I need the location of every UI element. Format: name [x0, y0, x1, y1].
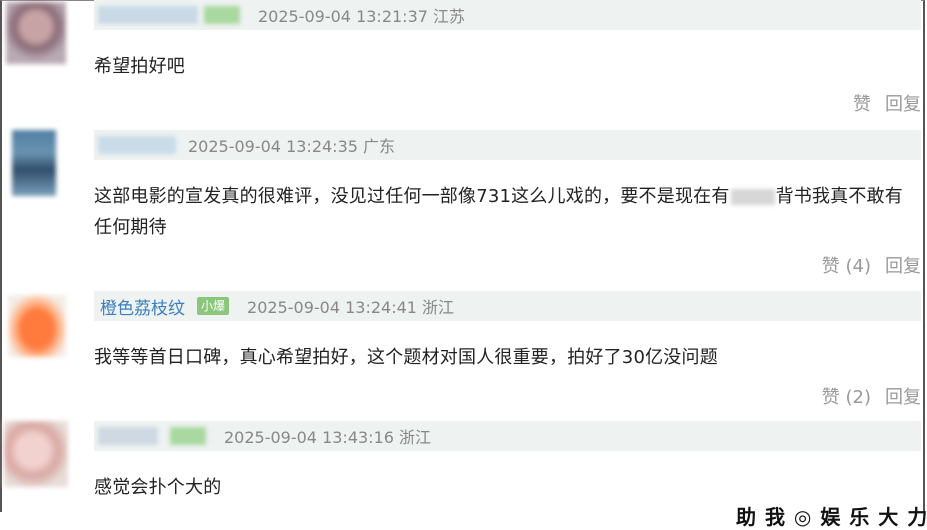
- avatar[interactable]: [8, 295, 66, 357]
- comment-header: 2025-09-04 13:21:37 江苏: [94, 0, 921, 30]
- badge-redacted: [170, 427, 206, 445]
- avatar[interactable]: [4, 421, 68, 487]
- comment-timestamp: 2025-09-04 13:24:35 广东: [188, 137, 396, 156]
- reply-button[interactable]: 回复: [885, 387, 921, 408]
- username-redacted[interactable]: [98, 427, 158, 445]
- comment-timestamp: 2025-09-04 13:24:41 浙江: [247, 298, 455, 317]
- avatar[interactable]: [6, 2, 66, 64]
- comment-actions: 赞回复: [839, 90, 921, 116]
- comment-timestamp: 2025-09-04 13:43:16 浙江: [224, 428, 432, 447]
- comment-timestamp: 2025-09-04 13:21:37 江苏: [258, 7, 466, 26]
- comment-actions: 赞 (2) 回复: [808, 383, 921, 409]
- comment-text: 感觉会扑个大的: [94, 477, 222, 498]
- reply-button[interactable]: 回复: [885, 256, 921, 277]
- badge-redacted: [204, 6, 240, 24]
- comment-text: 我等等首日口碑，真心希望拍好，这个题材对国人很重要，拍好了30亿没问题: [94, 347, 718, 368]
- comment-text: 希望拍好吧: [94, 56, 185, 77]
- reply-button[interactable]: 回复: [885, 94, 921, 115]
- comment-header: 2025-09-04 13:24:35 广东: [94, 130, 921, 160]
- username-redacted[interactable]: [98, 136, 176, 154]
- like-button[interactable]: 赞 (2): [822, 387, 871, 408]
- username-redacted[interactable]: [98, 6, 198, 24]
- avatar[interactable]: [12, 130, 56, 196]
- username[interactable]: 橙色荔枝纹: [100, 294, 185, 319]
- comment-header: 2025-09-04 13:43:16 浙江: [94, 421, 921, 451]
- comment-header: 橙色荔枝纹 小爆 2025-09-04 13:24:41 浙江: [94, 291, 921, 321]
- like-button[interactable]: 赞 (4): [822, 256, 871, 277]
- comment-actions: 赞 (4) 回复: [808, 252, 921, 278]
- level-badge: 小爆: [197, 297, 230, 315]
- comment-text: 这部电影的宣发真的很难评，没见过任何一部像731这么儿戏的，要不是现在有 背书我真…: [94, 186, 903, 238]
- watermark: 助 我 ◎ 娱 乐 大 力: [736, 505, 927, 529]
- redacted-text: [730, 189, 775, 205]
- like-button[interactable]: 赞: [853, 94, 871, 115]
